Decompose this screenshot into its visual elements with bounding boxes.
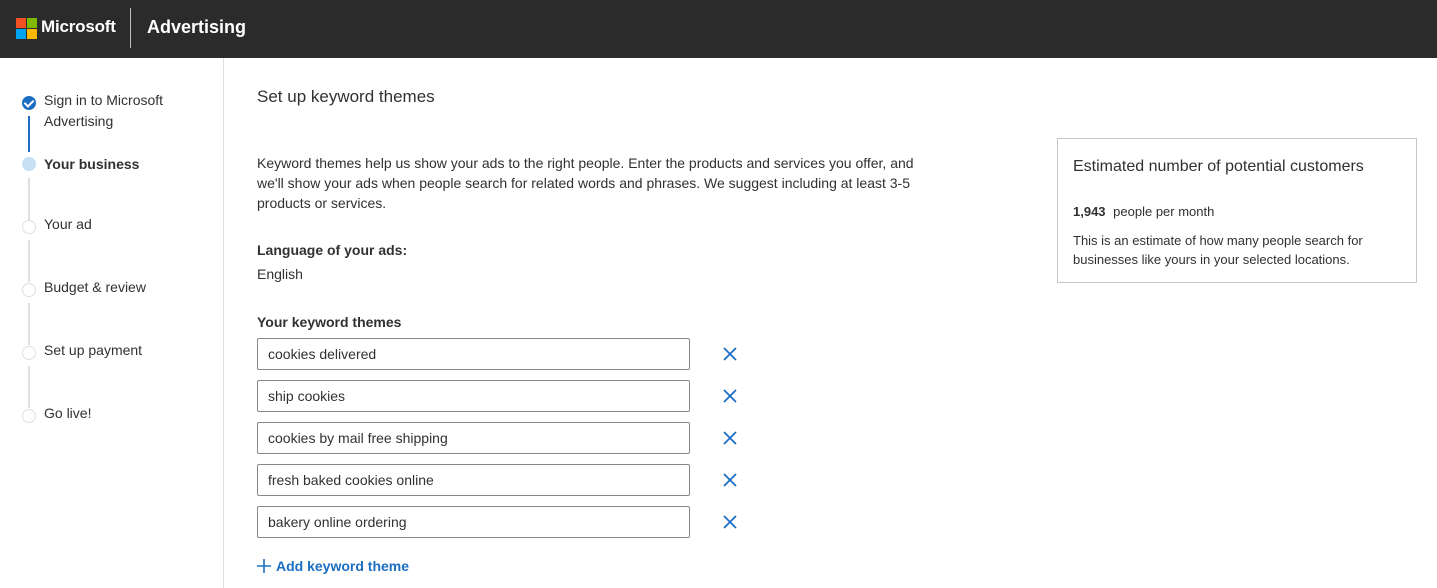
step-pending-dot-icon [22, 346, 36, 360]
estimate-count: 1,943 people per month [1073, 204, 1214, 219]
keyword-theme-input[interactable] [257, 338, 690, 370]
estimate-count-suffix: people per month [1113, 204, 1215, 219]
microsoft-logo-icon [16, 18, 37, 39]
step-label: Your business [44, 156, 140, 172]
remove-keyword-close-icon[interactable] [722, 514, 738, 530]
step-complete-check-icon [22, 96, 36, 110]
intro-text: Keyword themes help us show your ads to … [257, 155, 914, 211]
keyword-theme-row [257, 464, 757, 496]
remove-keyword-close-icon[interactable] [722, 388, 738, 404]
step-connector [28, 240, 30, 282]
step-connector [28, 178, 30, 226]
add-keyword-theme-label: Add keyword theme [276, 558, 410, 574]
keyword-theme-input[interactable] [257, 464, 690, 496]
logo-square-red [16, 18, 26, 28]
estimate-card: Estimated number of potential customers … [1057, 138, 1417, 283]
logo-square-green [27, 18, 37, 28]
step-pending-dot-icon [22, 409, 36, 423]
page-title: Set up keyword themes [257, 87, 435, 106]
estimate-count-value: 1,943 [1073, 204, 1106, 219]
remove-keyword-close-icon[interactable] [722, 472, 738, 488]
keyword-theme-row [257, 422, 757, 454]
logo-square-yellow [27, 29, 37, 39]
keyword-theme-row [257, 338, 757, 370]
step-label: Go live! [44, 405, 92, 421]
estimate-title: Estimated number of potential customers [1073, 158, 1364, 175]
add-keyword-theme-button[interactable]: Add keyword theme [257, 558, 409, 574]
language-value: English [257, 266, 303, 282]
language-label: Language of your ads: [257, 242, 408, 258]
brand-name: Microsoft [41, 17, 116, 36]
step-connector [28, 116, 30, 152]
keyword-themes-label: Your keyword themes [257, 314, 402, 330]
step-connector [28, 303, 30, 345]
step-navigation: Sign in to Microsoft Advertising Your bu… [0, 58, 224, 588]
keyword-theme-input[interactable] [257, 380, 690, 412]
top-bar: Microsoft Advertising [0, 0, 1437, 58]
plus-icon [257, 559, 271, 573]
remove-keyword-close-icon[interactable] [722, 346, 738, 362]
step-pending-dot-icon [22, 220, 36, 234]
step-label: Set up payment [44, 342, 143, 358]
keyword-theme-row [257, 380, 757, 412]
remove-keyword-close-icon[interactable] [722, 430, 738, 446]
keyword-theme-input[interactable] [257, 422, 690, 454]
step-connector [28, 366, 30, 408]
keyword-theme-row [257, 506, 757, 538]
step-current-dot-icon [22, 157, 36, 171]
logo-square-blue [16, 29, 26, 39]
keyword-theme-input[interactable] [257, 506, 690, 538]
header-divider [130, 8, 131, 48]
estimate-note: This is an estimate of how many people s… [1073, 233, 1363, 267]
step-pending-dot-icon [22, 283, 36, 297]
step-label: Budget & review [44, 279, 146, 295]
step-label: Sign in to Microsoft Advertising [44, 92, 164, 129]
step-label: Your ad [44, 216, 92, 232]
product-name[interactable]: Advertising [147, 17, 246, 38]
